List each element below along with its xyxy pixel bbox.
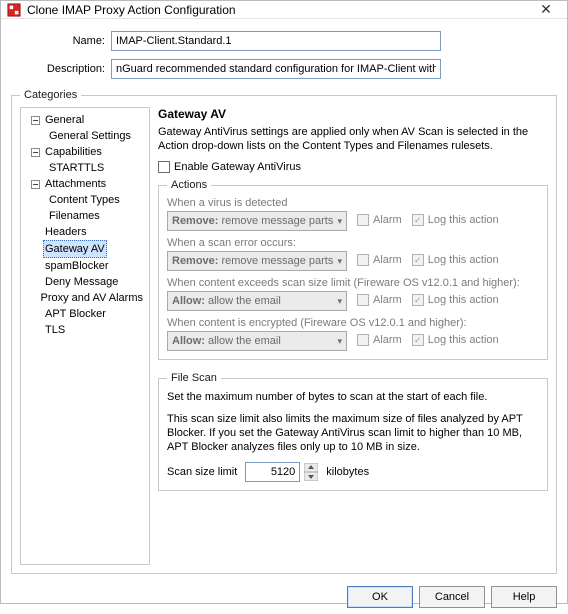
action-exceed-size-log[interactable]: Log this action xyxy=(412,294,499,306)
file-scan-line2: This scan size limit also limits the max… xyxy=(167,412,539,454)
description-input[interactable] xyxy=(111,59,441,79)
tree-toggle-icon[interactable] xyxy=(31,116,40,125)
actions-fieldset: Actions When a virus is detected Remove:… xyxy=(158,179,548,360)
spinner-icon[interactable] xyxy=(304,463,318,481)
checkbox-icon xyxy=(158,161,170,173)
tree-item-filenames[interactable]: Filenames xyxy=(47,208,102,224)
file-scan-line1: Set the maximum number of bytes to scan … xyxy=(167,390,539,404)
titlebar: Clone IMAP Proxy Action Configuration ✕ xyxy=(1,1,567,19)
tree-item-spamblocker[interactable]: spamBlocker xyxy=(43,258,111,274)
action-scan-error-alarm[interactable]: Alarm xyxy=(357,254,402,266)
dialog-body: Name: Description: Categories General Ge… xyxy=(1,19,567,586)
action-virus-alarm[interactable]: Alarm xyxy=(357,214,402,226)
name-label: Name: xyxy=(41,35,111,47)
tree-item-capabilities[interactable]: Capabilities xyxy=(43,144,104,160)
file-scan-legend: File Scan xyxy=(167,372,221,384)
tree-item-headers[interactable]: Headers xyxy=(43,224,89,240)
page-title: Gateway AV xyxy=(158,107,548,121)
scan-size-label: Scan size limit xyxy=(167,466,237,478)
chevron-down-icon: ▾ xyxy=(337,216,342,227)
window-title: Clone IMAP Proxy Action Configuration xyxy=(27,3,531,17)
tree-toggle-icon[interactable] xyxy=(31,148,40,157)
categories-fieldset: Categories General General Settings Capa… xyxy=(11,89,557,574)
action-encrypted-alarm[interactable]: Alarm xyxy=(357,334,402,346)
category-tree[interactable]: General General Settings Capabilities ST… xyxy=(20,107,150,565)
tree-item-gateway-av[interactable]: Gateway AV xyxy=(43,240,107,258)
categories-legend: Categories xyxy=(20,89,81,101)
action-virus-combo[interactable]: Remove: remove message parts ▾ xyxy=(167,211,347,231)
action-virus-log[interactable]: Log this action xyxy=(412,214,499,226)
name-row: Name: xyxy=(41,31,557,51)
tree-item-general[interactable]: General xyxy=(43,112,86,128)
ok-button[interactable]: OK xyxy=(347,586,413,608)
actions-legend: Actions xyxy=(167,179,211,191)
tree-item-attachments[interactable]: Attachments xyxy=(43,176,108,192)
description-label: Description: xyxy=(41,63,111,75)
tree-item-deny-message[interactable]: Deny Message xyxy=(43,274,120,290)
chevron-down-icon: ▾ xyxy=(337,296,342,307)
close-button[interactable]: ✕ xyxy=(531,1,561,18)
action-exceed-size-label: When content exceeds scan size limit (Fi… xyxy=(167,277,539,289)
description-row: Description: xyxy=(41,59,557,79)
settings-pane: Gateway AV Gateway AntiVirus settings ar… xyxy=(158,107,548,565)
tree-item-apt-blocker[interactable]: APT Blocker xyxy=(43,306,108,322)
enable-gateway-av-checkbox[interactable]: Enable Gateway AntiVirus xyxy=(158,161,548,173)
name-input[interactable] xyxy=(111,31,441,51)
tree-item-tls[interactable]: TLS xyxy=(43,322,67,338)
scan-size-unit: kilobytes xyxy=(326,466,369,478)
chevron-down-icon: ▾ xyxy=(337,256,342,267)
page-description: Gateway AntiVirus settings are applied o… xyxy=(158,125,548,153)
action-encrypted-combo[interactable]: Allow: allow the email ▾ xyxy=(167,331,347,351)
file-scan-fieldset: File Scan Set the maximum number of byte… xyxy=(158,372,548,491)
chevron-down-icon: ▾ xyxy=(337,336,342,347)
action-scan-error-label: When a scan error occurs: xyxy=(167,237,539,249)
dialog-window: Clone IMAP Proxy Action Configuration ✕ … xyxy=(0,0,568,604)
tree-item-starttls[interactable]: STARTTLS xyxy=(47,160,106,176)
action-scan-error-log[interactable]: Log this action xyxy=(412,254,499,266)
cancel-button[interactable]: Cancel xyxy=(419,586,485,608)
enable-gateway-av-label: Enable Gateway AntiVirus xyxy=(174,161,301,173)
tree-item-content-types[interactable]: Content Types xyxy=(47,192,122,208)
action-exceed-size-combo[interactable]: Allow: allow the email ▾ xyxy=(167,291,347,311)
action-virus-label: When a virus is detected xyxy=(167,197,539,209)
dialog-footer: OK Cancel Help xyxy=(1,586,567,614)
help-button[interactable]: Help xyxy=(491,586,557,608)
tree-item-general-settings[interactable]: General Settings xyxy=(47,128,133,144)
scan-size-input[interactable] xyxy=(245,462,300,482)
tree-toggle-icon[interactable] xyxy=(31,180,40,189)
tree-item-proxy-av-alarms[interactable]: Proxy and AV Alarms xyxy=(38,290,145,306)
app-icon xyxy=(7,3,21,17)
action-encrypted-log[interactable]: Log this action xyxy=(412,334,499,346)
action-exceed-size-alarm[interactable]: Alarm xyxy=(357,294,402,306)
action-encrypted-label: When content is encrypted (Fireware OS v… xyxy=(167,317,539,329)
action-scan-error-combo[interactable]: Remove: remove message parts ▾ xyxy=(167,251,347,271)
